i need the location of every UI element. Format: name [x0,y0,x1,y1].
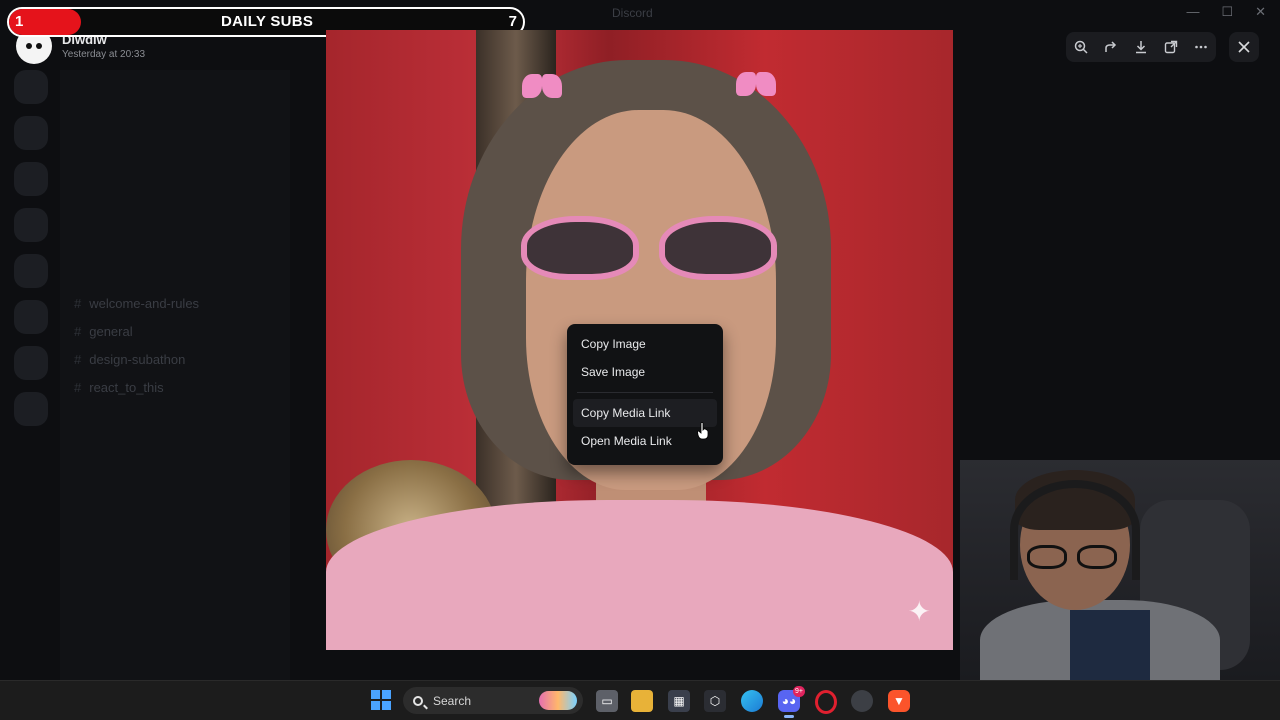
copy-image-item[interactable]: Copy Image [573,330,717,358]
server-icon[interactable] [14,254,48,288]
search-placeholder: Search [433,693,472,708]
window-controls: — ☐ ✕ [1186,4,1266,20]
lens [659,216,777,280]
channel-item[interactable]: # design-subathon [74,346,290,374]
server-icon[interactable] [14,346,48,380]
edge-icon[interactable] [741,690,763,712]
app-icon[interactable]: ⬡ [704,690,726,712]
start-icon[interactable] [371,690,391,710]
search-highlight-art [539,691,577,710]
hair-bow [522,74,562,100]
server-icon[interactable] [14,162,48,196]
photo-shirt [326,500,953,650]
menu-divider [577,392,713,393]
channel-label: design-subathon [89,352,186,367]
server-rail [10,70,52,438]
channel-label: general [89,324,133,339]
notification-badge: 9+ [793,686,805,697]
obs-icon[interactable] [851,690,873,712]
window-title: Discord [612,6,653,20]
open-external-icon[interactable] [1160,36,1182,58]
forward-icon[interactable] [1100,36,1122,58]
hash-icon: # [74,324,82,339]
context-menu: Copy Image Save Image Copy Media Link Op… [567,324,723,465]
channel-item[interactable]: # welcome-and-rules [74,290,290,318]
hair-bow [736,72,776,98]
subs-label: DAILY SUBS [221,13,314,30]
copy-media-link-item[interactable]: Copy Media Link [573,399,717,427]
headset [1010,480,1140,580]
brave-icon[interactable]: ▼ [888,690,910,712]
maximize-icon[interactable]: ☐ [1221,4,1233,20]
save-image-item[interactable]: Save Image [573,358,717,386]
server-icon[interactable] [14,70,48,104]
minimize-icon[interactable]: — [1186,4,1199,20]
server-icon[interactable] [14,300,48,334]
viewer-toolbar [1066,32,1216,62]
channel-label: welcome-and-rules [89,296,200,311]
close-icon[interactable] [1229,32,1259,62]
subs-goal: 7 [508,13,517,30]
server-icon[interactable] [14,392,48,426]
opera-icon[interactable] [815,690,837,714]
store-icon[interactable]: ▦ [668,690,690,712]
streamer-tshirt [1070,610,1150,680]
hand-cursor-icon [697,422,709,440]
taskbar: Search ▭ ▦ ⬡ ◕◕ 9+ ▼ [0,680,1280,720]
lens [521,216,639,280]
taskbar-search[interactable]: Search [403,687,583,714]
subs-current: 1 [15,13,24,30]
avatar-eye [26,43,32,49]
hash-icon: # [74,352,82,367]
channel-item[interactable]: # general [74,318,290,346]
discord-face: ◕◕ [781,694,797,708]
webcam-feed [960,460,1280,680]
photo-sunglasses [521,210,781,288]
more-icon[interactable] [1190,36,1212,58]
active-indicator [784,715,794,718]
zoom-in-icon[interactable] [1070,36,1092,58]
channel-item[interactable]: # react_to_this [74,374,290,402]
download-icon[interactable] [1130,36,1152,58]
avatar-eye [36,43,42,49]
window-close-icon[interactable]: ✕ [1255,4,1266,20]
sparkle-icon: ✦ [907,596,931,627]
hash-icon: # [74,380,82,395]
channel-list: # welcome-and-rules # general # design-suba… [60,70,290,680]
server-icon[interactable] [14,116,48,150]
channel-label: react_to_this [89,380,164,395]
message-timestamp: Yesterday at 20:33 [62,49,146,60]
folder-icon[interactable] [631,690,653,712]
hash-icon: # [74,296,82,311]
server-icon[interactable] [14,208,48,242]
file-explorer-icon[interactable]: ▭ [596,690,618,712]
open-media-link-item[interactable]: Open Media Link [573,427,717,455]
discord-icon[interactable]: ◕◕ 9+ [778,686,805,718]
search-icon [413,695,423,706]
